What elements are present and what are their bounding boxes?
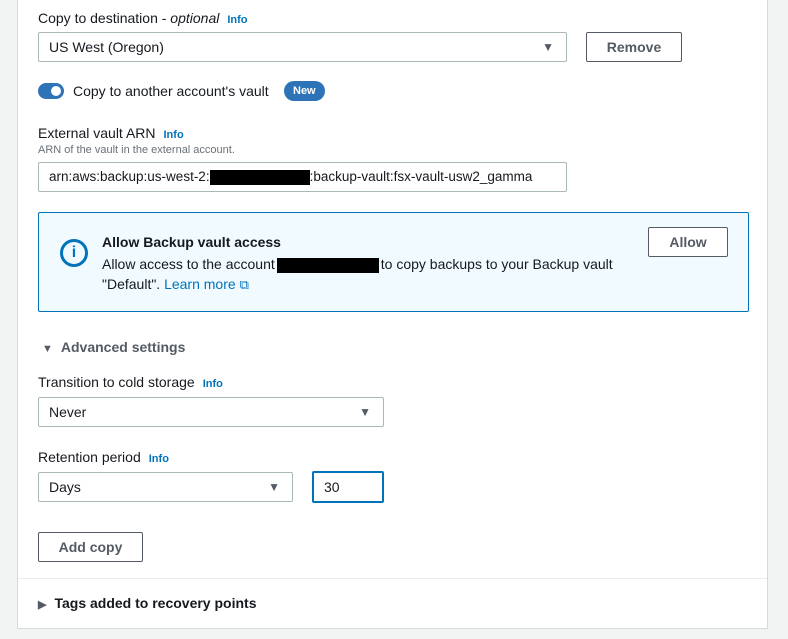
alert-text-2: to copy backups to your Backup vault [380,256,613,272]
info-link[interactable]: Info [227,14,247,26]
select-value: Days [49,479,81,495]
redacted-account [209,169,310,185]
select-value: US West (Oregon) [49,39,164,55]
cold-storage-select[interactable]: Never ▼ [38,397,384,427]
optional-text: optional [170,10,220,26]
info-link[interactable]: Info [164,129,184,141]
caret-right-icon: ▶ [38,599,47,611]
backup-rule-card: Copy to destination - optional Info US We… [17,0,768,629]
copy-destination-label: Copy to destination - optional Info [38,10,248,26]
select-value: Never [49,404,87,420]
arn-input[interactable]: arn:aws:backup:us-west-2: :backup-vault:f… [38,162,567,192]
new-badge: New [284,81,325,101]
arn-suffix: :backup-vault:fsx-vault-usw2_gamma [309,169,533,184]
retention-value-input[interactable]: 30 [312,471,384,503]
destination-region-select[interactable]: US West (Oregon) ▼ [38,32,567,62]
alert-text-1: Allow access to the account [102,256,275,272]
retention-unit-select[interactable]: Days ▼ [38,472,293,502]
tags-label: Tags added to recovery points [54,595,257,611]
arn-prefix: arn:aws:backup:us-west-2: [49,169,210,184]
info-link[interactable]: Info [203,378,223,390]
allow-button[interactable]: Allow [648,227,728,257]
advanced-label: Advanced settings [60,339,186,355]
tags-section-toggle[interactable]: ▶ Tags added to recovery points [38,595,256,611]
advanced-settings-toggle[interactable]: ▼ Advanced settings [42,339,185,355]
label-text: External vault ARN [38,125,156,141]
info-link[interactable]: Info [149,453,169,465]
label-text: Retention period [38,449,141,465]
toggle-label: Copy to another account's vault [73,83,269,99]
arn-label: External vault ARN Info [38,125,184,141]
label-text: Transition to cold storage [38,374,195,390]
caret-down-icon: ▼ [268,480,280,494]
external-link-icon: ⧉ [239,277,249,292]
alert-title: Allow Backup vault access [102,234,281,250]
allow-access-alert: i Allow Backup vault access Allow access… [38,212,749,312]
cold-storage-label: Transition to cold storage Info [38,374,223,390]
retention-label: Retention period Info [38,449,169,465]
learn-more-link[interactable]: Learn more [164,276,236,292]
caret-down-icon: ▼ [542,40,554,54]
divider [18,578,767,579]
caret-down-icon: ▼ [42,343,53,355]
redacted-account [276,257,379,273]
label-text: Copy to destination - [38,10,171,26]
info-icon: i [60,239,88,267]
caret-down-icon: ▼ [359,405,371,419]
arn-description: ARN of the vault in the external account… [38,144,235,156]
alert-text-3: "Default". [102,276,165,292]
remove-button[interactable]: Remove [586,32,682,62]
toggle-knob [51,86,61,96]
add-copy-button[interactable]: Add copy [38,532,143,562]
alert-text: Allow access to the account to copy backu… [102,254,642,295]
copy-account-toggle[interactable] [38,83,64,99]
